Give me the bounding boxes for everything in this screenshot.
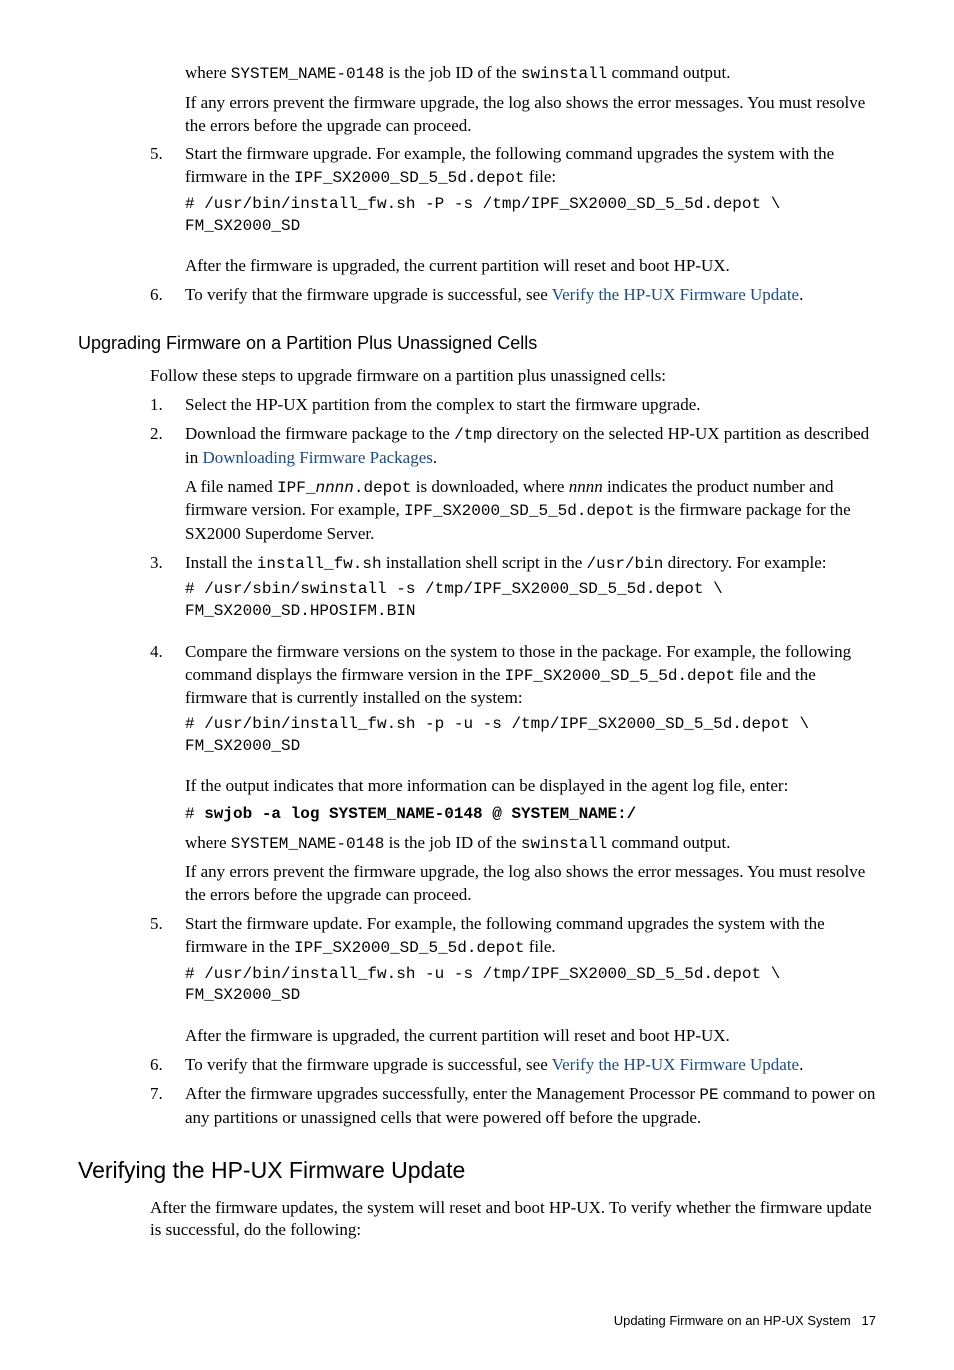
code-block: # /usr/bin/install_fw.sh -P -s /tmp/IPF_…: [185, 194, 876, 237]
paragraph: Follow these steps to upgrade firmware o…: [150, 365, 876, 388]
list-number: 6.: [150, 1054, 163, 1077]
paragraph: After the firmware is upgraded, the curr…: [185, 1025, 876, 1048]
paragraph: If any errors prevent the firmware upgra…: [185, 861, 876, 907]
ordered-list-main: 1. Select the HP-UX partition from the c…: [78, 394, 876, 1129]
code-block: # /usr/bin/install_fw.sh -p -u -s /tmp/I…: [185, 714, 876, 757]
paragraph: If the output indicates that more inform…: [185, 775, 876, 798]
list-number: 7.: [150, 1083, 163, 1106]
list-item: 1. Select the HP-UX partition from the c…: [78, 394, 876, 417]
page-number: 17: [862, 1313, 876, 1328]
link-verify-update[interactable]: Verify the HP-UX Firmware Update: [552, 285, 799, 304]
list-item: 6. To verify that the firmware upgrade i…: [78, 1054, 876, 1077]
link-download-packages[interactable]: Downloading Firmware Packages: [202, 448, 432, 467]
list-item: 5. Start the firmware update. For exampl…: [78, 913, 876, 1048]
list-item: 2. Download the firmware package to the …: [78, 423, 876, 546]
list-item: 5. Start the firmware upgrade. For examp…: [78, 143, 876, 278]
list-number: 1.: [150, 394, 163, 417]
list-number: 4.: [150, 641, 163, 664]
paragraph: If any errors prevent the firmware upgra…: [185, 92, 876, 138]
list-item: 7. After the firmware upgrades successfu…: [78, 1083, 876, 1130]
list-number: 5.: [150, 913, 163, 936]
link-verify-update[interactable]: Verify the HP-UX Firmware Update: [552, 1055, 799, 1074]
list-number: 6.: [150, 284, 163, 307]
list-number: 2.: [150, 423, 163, 446]
paragraph: where SYSTEM_NAME-0148 is the job ID of …: [185, 62, 876, 86]
list-number: 5.: [150, 143, 163, 166]
paragraph: After the firmware updates, the system w…: [150, 1197, 876, 1243]
ordered-list-top: 5. Start the firmware upgrade. For examp…: [78, 143, 876, 307]
list-item: 3. Install the install_fw.sh installatio…: [78, 552, 876, 623]
section-heading-verify: Verifying the HP-UX Firmware Update: [78, 1155, 876, 1186]
section-heading-upgrade-partition: Upgrading Firmware on a Partition Plus U…: [78, 331, 876, 355]
list-number: 3.: [150, 552, 163, 575]
code-block: # /usr/bin/install_fw.sh -u -s /tmp/IPF_…: [185, 964, 876, 1007]
paragraph: After the firmware is upgraded, the curr…: [185, 255, 876, 278]
command-line: # swjob -a log SYSTEM_NAME-0148 @ SYSTEM…: [185, 804, 876, 826]
list-item: 4. Compare the firmware versions on the …: [78, 641, 876, 908]
list-item: 6. To verify that the firmware upgrade i…: [78, 284, 876, 307]
paragraph: A file named IPF_nnnn.depot is downloade…: [185, 476, 876, 546]
code-block: # /usr/sbin/swinstall -s /tmp/IPF_SX2000…: [185, 579, 876, 622]
paragraph: where SYSTEM_NAME-0148 is the job ID of …: [185, 832, 876, 856]
page-footer: Updating Firmware on an HP-UX System 17: [78, 1312, 876, 1330]
